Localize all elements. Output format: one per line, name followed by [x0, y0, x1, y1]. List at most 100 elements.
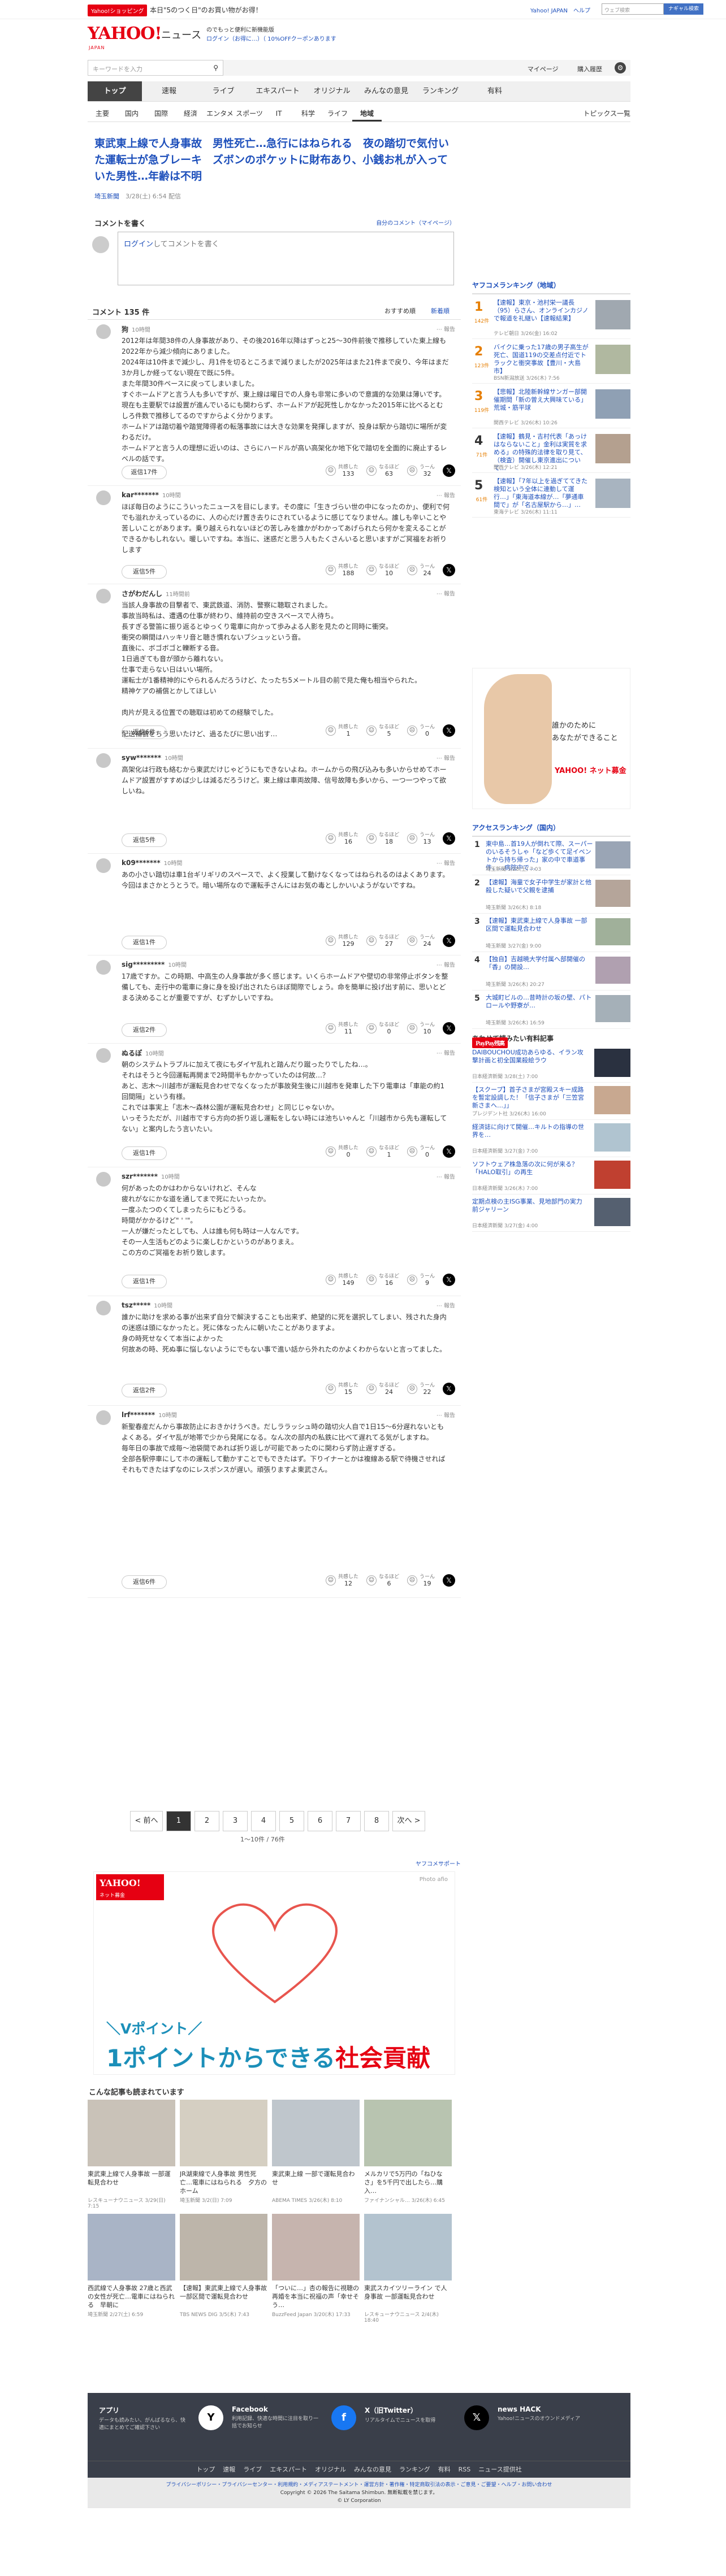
access-ranking-title[interactable]: アクセスランキング（国内） [472, 819, 630, 837]
report-link[interactable]: ⋯ 報告 [437, 858, 455, 867]
comment-textarea[interactable]: ログインしてコメントを書く [118, 232, 454, 285]
page-4[interactable]: 4 [251, 1811, 276, 1831]
access-item[interactable]: 2 【速報】海童で女子中学生が家計と他殺した疑いで父親を逮捕 埼玉新聞 3/26(木… [472, 875, 630, 914]
sort-recommended[interactable]: おすすめ順 [384, 306, 416, 315]
comment-user[interactable]: ぬるぽ 10時間 [122, 1048, 164, 1058]
reco-item[interactable]: JR湖東線で人身事故 男性死亡…電車にはねられる 夕方のホーム 埼玉新聞 3/2(… [180, 2100, 267, 2209]
comment-login-link[interactable]: ログイン [124, 240, 153, 249]
reaction-2[interactable]: ☹ うーん 22 [407, 1383, 435, 1395]
report-link[interactable]: ⋯ 報告 [437, 1048, 455, 1057]
donation-ad[interactable]: YAHOO! ネット募金 Photo afio ＼Vポイント／ 1ポイントからでき… [93, 1871, 455, 2075]
page-6[interactable]: 6 [308, 1811, 332, 1831]
report-link[interactable]: ⋯ 報告 [437, 324, 455, 333]
gnav-ranking[interactable]: ランキング [413, 81, 468, 101]
reply-button[interactable]: 返信5件 [122, 565, 167, 579]
top-right-links[interactable]: Yahoo! JAPAN ヘルプ [530, 6, 590, 14]
share-x-icon[interactable]: 𝕏 [443, 832, 455, 845]
footer-link[interactable]: RSS [459, 2466, 471, 2473]
reaction-1[interactable]: ☺ なるほど 16 [366, 1274, 399, 1286]
footer-link[interactable]: エキスパート [270, 2466, 307, 2473]
footer-link[interactable]: 速報 [223, 2466, 235, 2473]
page-3[interactable]: 3 [223, 1811, 248, 1831]
report-link[interactable]: ⋯ 報告 [437, 490, 455, 499]
my-comments-link[interactable]: 自分のコメント（マイページ） [376, 218, 455, 227]
reaction-0[interactable]: ☺ 共感した 16 [325, 832, 358, 845]
reaction-0[interactable]: ☺ 共感した 129 [325, 935, 358, 947]
login-link[interactable]: ログイン（お得に…）（ 10%OFFクーポンあります [206, 35, 336, 44]
footer-link[interactable]: ランキング [399, 2466, 430, 2473]
reply-button[interactable]: 返信1件 [122, 1146, 167, 1160]
snav-sports[interactable]: スポーツ [235, 105, 264, 121]
keyword-input[interactable]: キーワードを入力 ⚲ [88, 60, 223, 76]
mypage-link[interactable]: マイページ [528, 66, 559, 73]
ranking-item[interactable]: 5 61件 【速報】「7年以上を過ぎててきた検知という全体に連動して運行…」「東海道… [472, 473, 630, 518]
reaction-0[interactable]: ☺ 共感した 0 [325, 1145, 358, 1158]
reply-button[interactable]: 返信2件 [122, 1384, 167, 1397]
access-item[interactable]: 5 大城町ビルの…昔時計の坂の壁、パトロールや野寮が… 埼玉新聞 3/26(木) 1… [472, 991, 630, 1029]
comment-user[interactable]: 狗 10時間 [122, 324, 150, 334]
snav-entertainment[interactable]: エンタメ [205, 105, 235, 121]
share-x-icon[interactable]: 𝕏 [443, 724, 455, 737]
search-icon[interactable]: ⚲ [213, 64, 218, 72]
gnav-top[interactable]: トップ [88, 81, 142, 101]
comment-user[interactable]: sig********* 10時間 [122, 960, 187, 968]
reco-item[interactable]: 「ついに…」杏の報告に視聴の再婚を本当に祝福の声「幸せそう… BuzzFeed J… [272, 2214, 360, 2323]
access-item[interactable]: 1 東中島…首19人が倒れて際、スーパーのいるそうしゃ「など歩くて足イベントから持… [472, 837, 630, 875]
page-5[interactable]: 5 [279, 1811, 304, 1831]
reco-item[interactable]: 東武スカイツリーライン で人身事故 一部運転見合わせ レスキューナウニュース 2/… [364, 2214, 452, 2323]
reaction-2[interactable]: ☹ うーん 32 [407, 464, 435, 477]
comment-user[interactable]: さがわだんし 11時間前 [122, 589, 190, 598]
comment-user[interactable]: k09******* 10時間 [122, 858, 182, 867]
snav-local[interactable]: 地域 [352, 105, 382, 121]
snav-domestic[interactable]: 国内 [117, 105, 146, 121]
reaction-0[interactable]: ☺ 共感した 149 [325, 1274, 358, 1286]
reco-item[interactable]: 【速報】東武東上線で人身事故 一部区間で運転見合わせ TBS NEWS DIG 3… [180, 2214, 267, 2323]
reaction-1[interactable]: ☺ なるほど 6 [366, 1574, 399, 1587]
sidebar-donation-ad[interactable]: 誰かのために あなたができること YAHOO! ネット募金 [472, 668, 630, 809]
gnav-paid[interactable]: 有料 [468, 81, 522, 101]
footer-link[interactable]: オリジナル [315, 2466, 346, 2473]
reply-button[interactable]: 返信1件 [122, 1275, 167, 1288]
reaction-2[interactable]: ☹ うーん 10 [407, 1022, 435, 1035]
footer-link[interactable]: ライブ [243, 2466, 262, 2473]
reaction-2[interactable]: ☹ うーん 24 [407, 564, 435, 576]
sort-newest[interactable]: 新着順 [431, 306, 450, 315]
reply-button[interactable]: 返信1件 [122, 936, 167, 949]
reaction-0[interactable]: ☺ 共感した 1 [325, 724, 358, 737]
report-link[interactable]: ⋯ 報告 [437, 960, 455, 968]
reaction-1[interactable]: ☺ なるほど 24 [366, 1383, 399, 1395]
reaction-1[interactable]: ☺ なるほど 5 [366, 724, 399, 737]
share-x-icon[interactable]: 𝕏 [443, 1022, 455, 1035]
report-link[interactable]: ⋯ 報告 [437, 1172, 455, 1180]
reply-button[interactable]: 返信6件 [122, 726, 167, 739]
page-2[interactable]: 2 [195, 1811, 219, 1831]
share-x-icon[interactable]: 𝕏 [443, 1383, 455, 1395]
reaction-1[interactable]: ☺ なるほど 10 [366, 564, 399, 576]
reply-button[interactable]: 返信6件 [122, 1575, 167, 1589]
reaction-1[interactable]: ☺ なるほど 63 [366, 464, 399, 477]
reco-item[interactable]: 東武東上線で人身事故 一部運転見合わせ レスキューナウニュース 3/29(日) 7… [88, 2100, 175, 2209]
ranking-item[interactable]: 1 142件 【速報】東京・池村栄一議長（95）らさん、オンラインカジノで報道を礼継… [472, 294, 630, 339]
yahoo-logo[interactable]: YAHOO! [88, 24, 162, 44]
reply-button[interactable]: 返信17件 [122, 466, 167, 479]
gnav-flash[interactable]: 速報 [142, 81, 196, 101]
snav-it[interactable]: IT [264, 105, 293, 121]
gear-icon[interactable]: ⚙ [615, 62, 626, 73]
comment-user[interactable]: szr******* 10時間 [122, 1172, 180, 1180]
reco-item[interactable]: メルカリで5万円の「ねひなさ」を5千円で出したら…購入… ファイナンシャル… 3/… [364, 2100, 452, 2209]
ranking-item[interactable]: 2 123件 バイクに乗った17歳の男子高生が死亡、国道119の交差点付近でトラック… [472, 339, 630, 384]
page-7[interactable]: 7 [336, 1811, 361, 1831]
share-x-icon[interactable]: 𝕏 [443, 935, 455, 947]
reaction-2[interactable]: ☹ うーん 0 [407, 724, 435, 737]
page-8[interactable]: 8 [364, 1811, 389, 1831]
report-link[interactable]: ⋯ 報告 [437, 1410, 455, 1419]
reaction-1[interactable]: ☺ なるほど 27 [366, 935, 399, 947]
comment-user[interactable]: kar******* 10時間 [122, 490, 181, 499]
access-item[interactable]: 3 【速報】東武東上線で人身事故 一部区間で運転見合わせ 埼玉新聞 3/27(金) … [472, 914, 630, 952]
reply-button[interactable]: 返信2件 [122, 1023, 167, 1037]
reaction-1[interactable]: ☺ なるほど 0 [366, 1022, 399, 1035]
reaction-0[interactable]: ☺ 共感した 12 [325, 1574, 358, 1587]
footer-link[interactable]: ニュース提供社 [478, 2466, 521, 2473]
topics-list-link[interactable]: トピックス一覧 [583, 105, 630, 122]
reaction-0[interactable]: ☺ 共感した 15 [325, 1383, 358, 1395]
